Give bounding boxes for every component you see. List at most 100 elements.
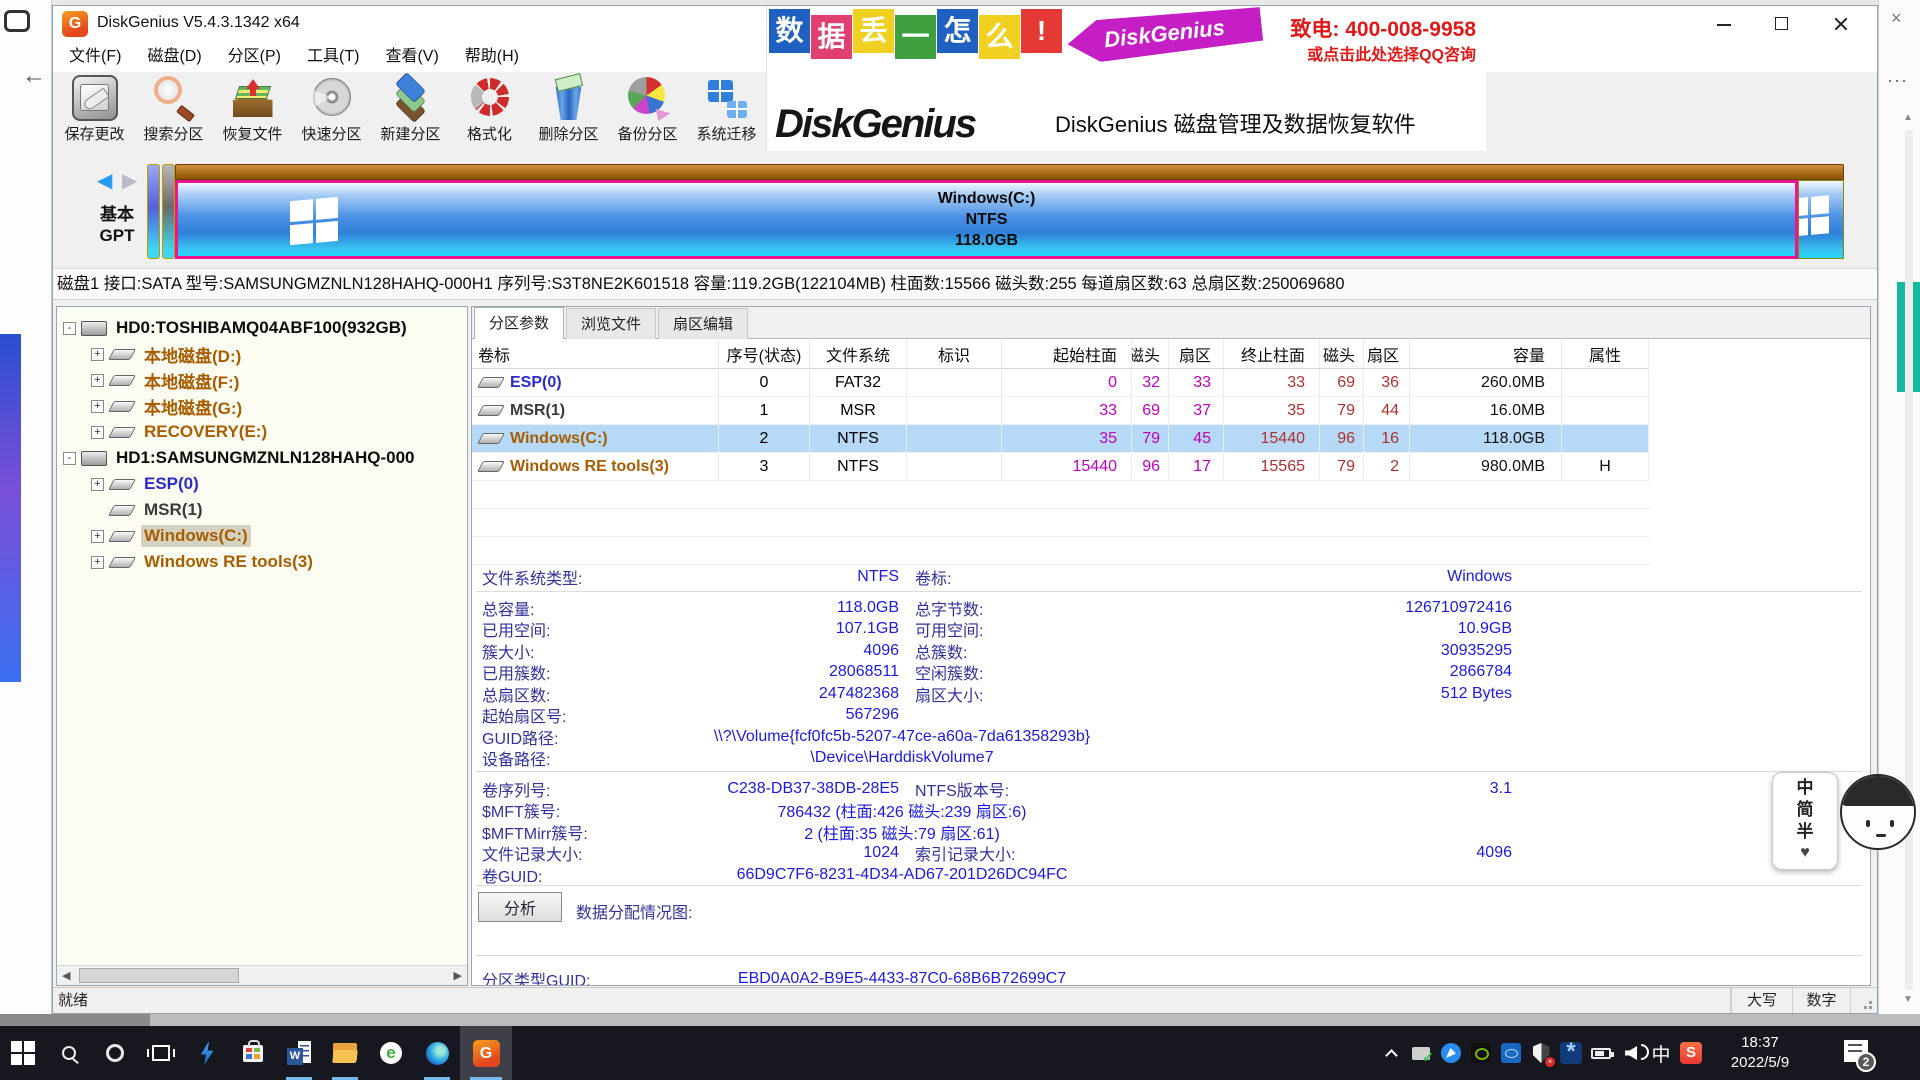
taskbar-clock[interactable]: 18:37 2022/5/9	[1710, 1033, 1810, 1073]
minimize-button[interactable]	[1695, 6, 1753, 42]
column-header[interactable]: 扇区	[1169, 339, 1224, 368]
ad-banner[interactable]: 数据丢一怎么! DiskGenius 致电: 400-008-9958 或点击此…	[766, 7, 1486, 151]
resize-grip[interactable]	[1851, 988, 1877, 1013]
column-header[interactable]: 卷标	[472, 339, 719, 368]
heart-icon[interactable]: ♥	[1800, 843, 1810, 863]
tray-snowflake[interactable]: *	[1560, 1041, 1582, 1065]
menu-item-4[interactable]: 查看(V)	[372, 42, 451, 72]
next-disk-icon[interactable]: ▶	[122, 170, 137, 192]
ime-mode-0[interactable]: 中	[1797, 777, 1814, 799]
column-header[interactable]: 起始柱面	[1002, 339, 1132, 368]
tree-hscrollbar[interactable]: ◀▶	[57, 965, 467, 985]
tab-扇区编辑[interactable]: 扇区编辑	[658, 308, 748, 339]
column-header[interactable]: 磁头	[1320, 339, 1364, 368]
ime-mode-2[interactable]: 半	[1797, 821, 1814, 843]
tree-item-2[interactable]: +本地磁盘(F:)	[57, 367, 467, 393]
menu-item-0[interactable]: 文件(F)	[56, 42, 134, 72]
expand-icon[interactable]: +	[91, 426, 104, 439]
tree-item-8[interactable]: +Windows(C:)	[57, 523, 467, 549]
tree-item-9[interactable]: +Windows RE tools(3)	[57, 549, 467, 575]
collapse-icon[interactable]: -	[63, 452, 76, 465]
esp-partition-segment[interactable]	[147, 164, 160, 259]
msr-partition-segment[interactable]	[162, 164, 175, 259]
toolbar-search-button[interactable]: 搜索分区	[134, 72, 213, 154]
table-row[interactable]: Windows(C:)2NTFS357945154409616118.0GB	[472, 425, 1649, 453]
close-button[interactable]	[1811, 6, 1869, 42]
expand-icon[interactable]: +	[91, 348, 104, 361]
tray-bird[interactable]	[1440, 1041, 1462, 1065]
tray-battery[interactable]	[1590, 1041, 1612, 1065]
toolbar-delete-button[interactable]: 删除分区	[529, 72, 608, 154]
collapse-icon[interactable]: -	[63, 322, 76, 335]
tree-item-3[interactable]: +本地磁盘(G:)	[57, 393, 467, 419]
tray-ime[interactable]: 中	[1650, 1041, 1672, 1065]
ime-floating-panel[interactable]: 中简半♥	[1772, 772, 1838, 870]
taskbar-search-button[interactable]	[46, 1026, 92, 1080]
expand-icon[interactable]: +	[91, 556, 104, 569]
toolbar-save-button[interactable]: 保存更改	[55, 72, 134, 154]
prev-disk-icon[interactable]: ◀	[97, 170, 112, 192]
column-header[interactable]: 终止柱面	[1224, 339, 1320, 368]
toolbar-migrate-button[interactable]: 系统迁移	[687, 72, 766, 154]
taskbar-word-button[interactable]: W	[276, 1026, 322, 1080]
column-header[interactable]: 属性	[1562, 339, 1649, 368]
tree-item-4[interactable]: +RECOVERY(E:)	[57, 419, 467, 445]
taskbar-start-button[interactable]	[0, 1026, 46, 1080]
cell: 15565	[1224, 453, 1320, 480]
toolbar-recover-button[interactable]: 恢复文件	[213, 72, 292, 154]
analyze-button[interactable]: 分析	[478, 892, 562, 922]
column-header[interactable]: 标识	[907, 339, 1002, 368]
expand-icon[interactable]: +	[91, 374, 104, 387]
taskbar-diskgenius-button[interactable]: G	[460, 1026, 512, 1080]
taskbar-thunder-button[interactable]	[184, 1026, 230, 1080]
table-row[interactable]: ESP(0)0FAT3203233336936260.0MB	[472, 369, 1649, 397]
toolbar-backup-button[interactable]: 备份分区	[608, 72, 687, 154]
column-header[interactable]: 容量	[1410, 339, 1562, 368]
tray-nvidia[interactable]	[1470, 1041, 1492, 1065]
taskbar-ie360-button[interactable]: e	[368, 1026, 414, 1080]
tree-item-0[interactable]: -HD0:TOSHIBAMQ04ABF100(932GB)	[57, 315, 467, 341]
tree-item-5[interactable]: -HD1:SAMSUNGMZNLN128HAHQ-000	[57, 445, 467, 471]
ime-mode-1[interactable]: 简	[1797, 799, 1814, 821]
taskbar-store-button[interactable]	[230, 1026, 276, 1080]
column-header[interactable]: 磁头	[1132, 339, 1169, 368]
tree-item-1[interactable]: +本地磁盘(D:)	[57, 341, 467, 367]
table-row[interactable]: MSR(1)1MSR33693735794416.0MB	[472, 397, 1649, 425]
tree-item-7[interactable]: MSR(1)	[57, 497, 467, 523]
menu-item-2[interactable]: 分区(P)	[215, 42, 294, 72]
ad-qq-link[interactable]: 或点击此处选择QQ咨询	[1307, 41, 1476, 65]
maximize-button[interactable]	[1753, 6, 1811, 42]
windows-c-partition-segment[interactable]: Windows(C:) NTFS 118.0GB	[175, 180, 1798, 259]
menu-item-1[interactable]: 磁盘(D)	[134, 42, 214, 72]
scroll-right-icon[interactable]: ▶	[454, 969, 462, 982]
tray-printer[interactable]	[1410, 1041, 1432, 1065]
taskbar-edge-button[interactable]	[414, 1026, 460, 1080]
toolbar-new-button[interactable]: 新建分区	[371, 72, 450, 154]
column-header[interactable]: 扇区	[1364, 339, 1410, 368]
tray-shield[interactable]: ×	[1530, 1041, 1552, 1065]
tab-浏览文件[interactable]: 浏览文件	[566, 308, 656, 339]
tree-item-6[interactable]: +ESP(0)	[57, 471, 467, 497]
tab-分区参数[interactable]: 分区参数	[474, 307, 564, 339]
tray-intel[interactable]	[1500, 1041, 1522, 1065]
table-row[interactable]: Windows RE tools(3)3NTFS1544096171556579…	[472, 453, 1649, 481]
scrollbar-thumb[interactable]	[79, 968, 239, 983]
column-header[interactable]: 序号(状态)	[719, 339, 810, 368]
scroll-left-icon[interactable]: ◀	[62, 969, 70, 982]
column-header[interactable]: 文件系统	[810, 339, 907, 368]
expand-icon[interactable]: +	[91, 530, 104, 543]
toolbar-quick-button[interactable]: 快速分区	[292, 72, 371, 154]
menu-item-3[interactable]: 工具(T)	[294, 42, 372, 72]
taskbar-taskview-button[interactable]	[138, 1026, 184, 1080]
expand-icon[interactable]: +	[91, 400, 104, 413]
taskbar-explorer-button[interactable]	[322, 1026, 368, 1080]
taskbar-cortana-button[interactable]	[92, 1026, 138, 1080]
tray-sogou[interactable]: S	[1680, 1041, 1702, 1065]
taskbar-apps: WeG	[0, 1026, 512, 1080]
re-tools-partition-segment[interactable]	[1798, 180, 1844, 259]
tray-volume[interactable]	[1620, 1041, 1642, 1065]
menu-item-5[interactable]: 帮助(H)	[452, 42, 532, 72]
expand-icon[interactable]: +	[91, 478, 104, 491]
tray-chevron[interactable]	[1380, 1041, 1402, 1065]
toolbar-format-button[interactable]: 格式化	[450, 72, 529, 154]
